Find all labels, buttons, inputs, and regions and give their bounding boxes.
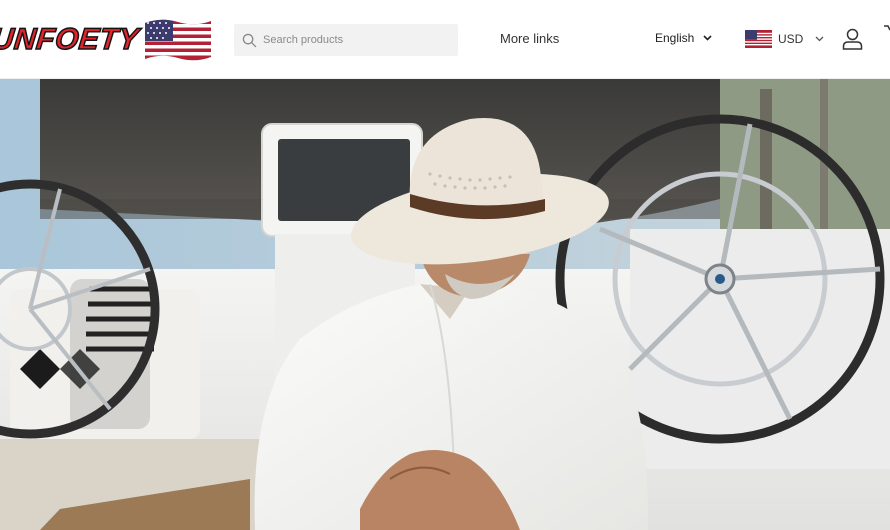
language-label: English [655, 31, 695, 45]
search-icon [242, 33, 257, 47]
hero-image [0, 79, 890, 530]
chevron-down-icon [703, 35, 712, 41]
account-button[interactable] [842, 28, 863, 55]
cart-icon-partial [884, 25, 890, 31]
us-flag-logo-icon [144, 19, 211, 61]
chevron-down-icon [815, 36, 824, 42]
hero-banner[interactable] [0, 79, 890, 530]
us-flag-icon [745, 30, 772, 48]
more-links-link[interactable]: More links [500, 31, 559, 46]
logo-text: UNFOETY [0, 22, 141, 57]
user-icon [842, 28, 863, 50]
cart-icon[interactable] [884, 22, 890, 45]
search-input[interactable] [263, 34, 443, 46]
search-bar[interactable] [234, 24, 458, 56]
language-selector[interactable]: English [655, 31, 712, 45]
site-header: UNFOETY Search products More links Engli… [0, 0, 890, 79]
logo[interactable]: UNFOETY [0, 14, 213, 66]
currency-label: USD [778, 32, 804, 46]
currency-selector[interactable]: USD [745, 30, 824, 48]
